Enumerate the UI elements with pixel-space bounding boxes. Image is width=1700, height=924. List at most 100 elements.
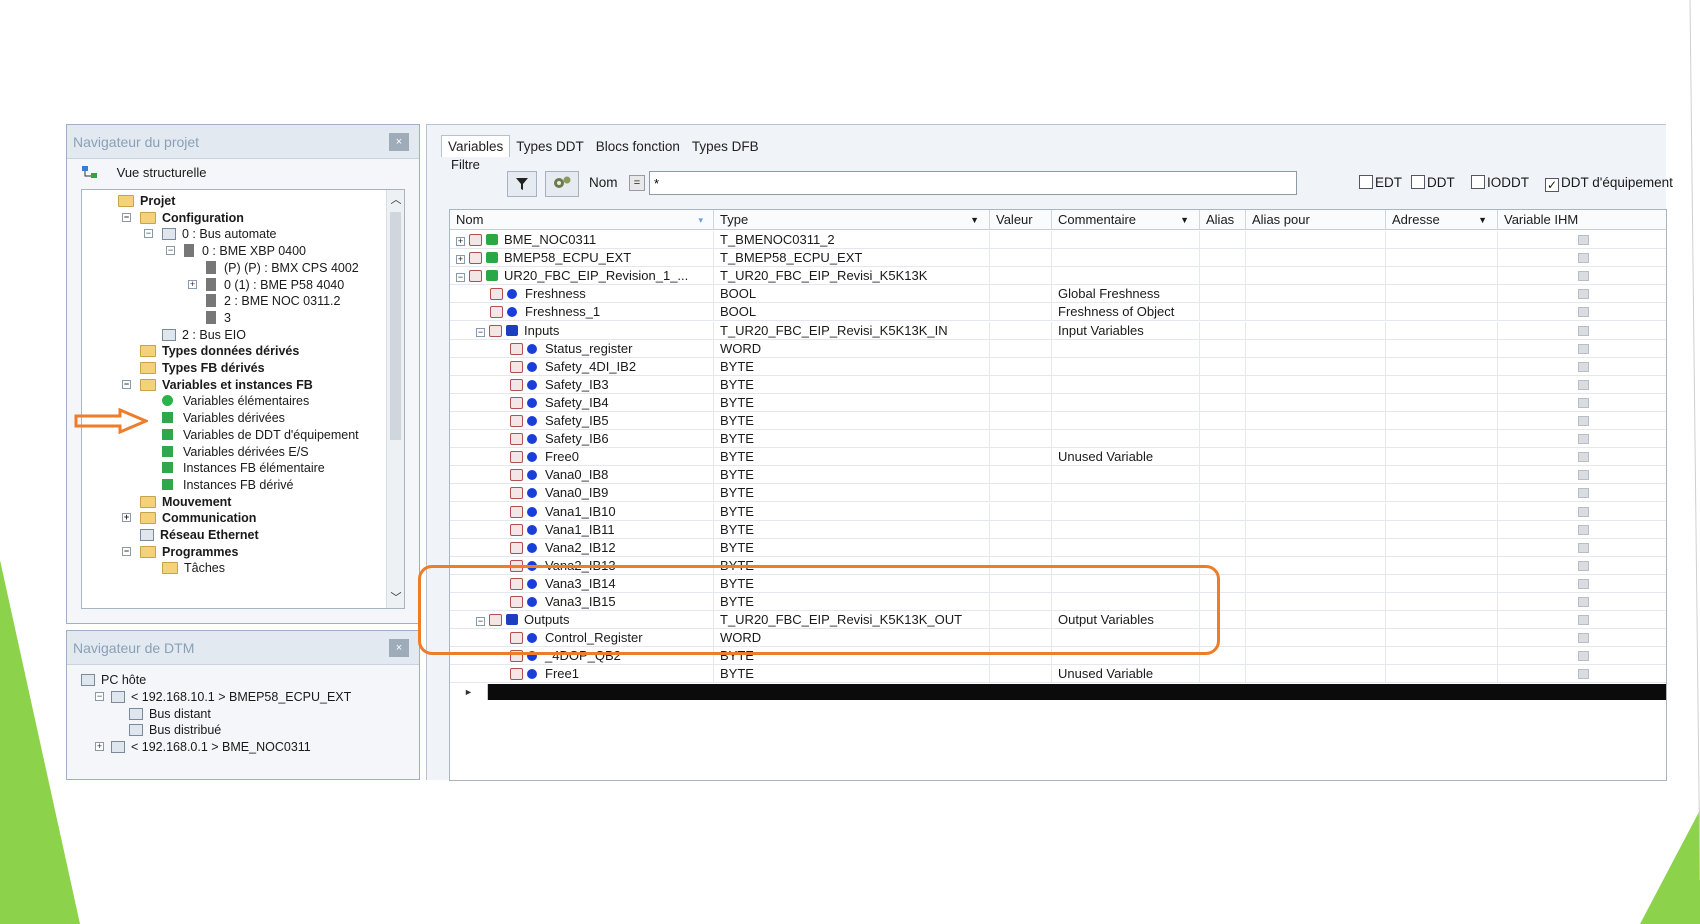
column-header-nom[interactable]: Nom ▾ (450, 210, 714, 230)
hmi-checkbox[interactable] (1578, 470, 1589, 481)
hmi-checkbox[interactable] (1578, 452, 1589, 463)
dtm-tree-item[interactable]: PC hôte (81, 671, 146, 689)
filter-dropdown-icon[interactable]: ▼ (970, 210, 979, 230)
tree-item[interactable]: Types FB dérivés (140, 359, 265, 377)
tab-types-dfb[interactable]: Types DFB (686, 136, 765, 158)
hmi-checkbox[interactable] (1578, 379, 1589, 390)
hmi-checkbox[interactable] (1578, 542, 1589, 553)
tree-item[interactable]: − 0 : Bus automate (144, 225, 277, 243)
tree-item[interactable]: − Programmes (122, 543, 238, 561)
column-header-adresse[interactable]: Adresse ▼ (1386, 210, 1498, 230)
table-row[interactable]: Freshness BOOL Global Freshness (450, 285, 1666, 304)
tree-item[interactable]: − 0 : BME XBP 0400 (166, 242, 306, 260)
hmi-checkbox[interactable] (1578, 416, 1589, 426)
new-row-entry[interactable]: ► (450, 683, 1666, 700)
checkbox-box[interactable] (1471, 175, 1485, 189)
hmi-checkbox[interactable] (1578, 271, 1589, 282)
column-header-type[interactable]: Type ▼ (714, 210, 990, 230)
project-tree-scrollbar[interactable]: ︿ ﹀ (386, 190, 404, 608)
tree-item[interactable]: Mouvement (140, 493, 231, 511)
edt-checkbox[interactable]: EDT (1359, 175, 1402, 190)
dtm-tree-item[interactable]: Bus distribué (129, 721, 221, 739)
tree-item[interactable]: Variables de DDT d'équipement (162, 426, 359, 444)
table-row[interactable]: Vana1_IB10 BYTE (450, 502, 1666, 521)
collapse-icon[interactable]: − (122, 546, 131, 556)
table-row[interactable]: Freshness_1 BOOL Freshness of Object (450, 303, 1666, 322)
ddt-checkbox[interactable]: DDT (1411, 175, 1455, 190)
checkbox-box[interactable] (1411, 175, 1425, 189)
scroll-thumb[interactable] (390, 212, 401, 440)
expand-icon[interactable]: + (95, 742, 104, 752)
hmi-checkbox[interactable] (1578, 488, 1589, 499)
table-row[interactable]: + BME_NOC0311 T_BMENOC0311_2 (450, 231, 1666, 249)
table-row[interactable]: − UR20_FBC_EIP_Revision_1_... T_UR20_FBC_E… (450, 267, 1666, 286)
hmi-checkbox[interactable] (1578, 506, 1589, 517)
tree-item[interactable]: Tâches (162, 559, 225, 577)
hmi-checkbox[interactable] (1578, 669, 1589, 680)
table-row[interactable]: Vana1_IB11 BYTE (450, 520, 1666, 539)
column-header-alias[interactable]: Alias (1200, 210, 1246, 230)
name-filter-input[interactable] (649, 171, 1297, 195)
hmi-checkbox[interactable] (1578, 578, 1589, 589)
expand-icon[interactable]: + (122, 513, 131, 523)
collapse-icon[interactable]: − (166, 246, 175, 256)
hmi-checkbox[interactable] (1578, 361, 1589, 372)
scroll-up-icon[interactable]: ︿ (387, 190, 404, 210)
tab-variables[interactable]: Variables (441, 135, 511, 157)
close-icon[interactable]: × (389, 133, 409, 151)
tab-blocs-fonction[interactable]: Blocs fonction (590, 136, 686, 158)
hmi-checkbox[interactable] (1578, 524, 1589, 535)
hmi-checkbox[interactable] (1578, 307, 1589, 318)
dtm-tree-item[interactable]: − < 192.168.10.1 > BMEP58_ECPU_EXT (95, 688, 351, 706)
checkbox-box[interactable] (1359, 175, 1373, 189)
checkbox-box-checked[interactable]: ✓ (1545, 178, 1559, 192)
tree-item[interactable]: Types données dérivés (140, 342, 299, 360)
table-row[interactable]: Vana0_IB9 BYTE (450, 484, 1666, 503)
table-row[interactable]: Free0 BYTE Unused Variable (450, 448, 1666, 467)
hmi-checkbox[interactable] (1578, 633, 1589, 644)
hmi-checkbox[interactable] (1578, 651, 1589, 662)
collapse-icon[interactable]: − (122, 379, 131, 389)
tree-item[interactable]: Instances FB dérivé (162, 476, 293, 494)
ioddt-checkbox[interactable]: IODDT (1471, 175, 1529, 190)
collapse-icon[interactable]: − (144, 229, 153, 239)
tree-item[interactable]: − Configuration (122, 209, 244, 227)
tree-item[interactable]: Réseau Ethernet (140, 526, 259, 544)
expand-icon[interactable]: + (456, 255, 465, 265)
table-row[interactable]: Status_register WORD (450, 339, 1666, 358)
tree-item[interactable]: Instances FB élémentaire (162, 459, 325, 477)
filter-dropdown-icon[interactable]: ▼ (1478, 210, 1487, 230)
table-row[interactable]: Safety_IB5 BYTE (450, 412, 1666, 430)
table-row[interactable]: − Inputs T_UR20_FBC_EIP_Revisi_K5K13K_IN In… (450, 321, 1666, 340)
tree-item[interactable]: 3 (206, 309, 231, 327)
table-row[interactable]: Safety_IB4 BYTE (450, 393, 1666, 412)
tab-types-ddt[interactable]: Types DDT (510, 136, 590, 158)
column-header-valeur[interactable]: Valeur (990, 210, 1052, 230)
filter-settings-button[interactable] (545, 171, 579, 197)
hmi-checkbox[interactable] (1578, 325, 1589, 336)
hmi-checkbox[interactable] (1578, 253, 1589, 264)
collapse-icon[interactable]: − (95, 691, 104, 701)
tree-item[interactable]: +0 (1) : BME P58 4040 (188, 276, 344, 294)
equipment-ddt-checkbox[interactable]: ✓ DDT d'équipement (1545, 175, 1673, 192)
hmi-checkbox[interactable] (1578, 289, 1589, 300)
column-header-commentaire[interactable]: Commentaire ▼ (1052, 210, 1200, 230)
hmi-checkbox[interactable] (1578, 434, 1589, 445)
tree-item[interactable]: 2 : BME NOC 0311.2 (206, 292, 341, 310)
column-header-alias-pour[interactable]: Alias pour (1246, 210, 1386, 230)
table-row[interactable]: Vana2_IB12 BYTE (450, 538, 1666, 557)
table-row[interactable]: Safety_4DI_IB2 BYTE (450, 357, 1666, 376)
equals-button[interactable]: = (629, 175, 645, 191)
tree-item[interactable]: Variables élémentaires (162, 392, 309, 410)
tree-item[interactable]: + Communication (122, 509, 256, 527)
collapse-icon[interactable]: − (456, 273, 465, 283)
close-icon[interactable]: × (389, 639, 409, 657)
hmi-checkbox[interactable] (1578, 343, 1589, 354)
expand-icon[interactable]: + (188, 279, 197, 289)
table-row[interactable]: Safety_IB6 BYTE (450, 430, 1666, 449)
hmi-checkbox[interactable] (1578, 397, 1589, 408)
tree-item[interactable]: − Variables et instances FB (122, 376, 313, 394)
table-row[interactable]: Safety_IB3 BYTE (450, 375, 1666, 394)
table-row[interactable]: + BMEP58_ECPU_EXT T_BMEP58_ECPU_EXT (450, 249, 1666, 268)
dtm-tree-item[interactable]: + < 192.168.0.1 > BME_NOC0311 (95, 738, 311, 756)
